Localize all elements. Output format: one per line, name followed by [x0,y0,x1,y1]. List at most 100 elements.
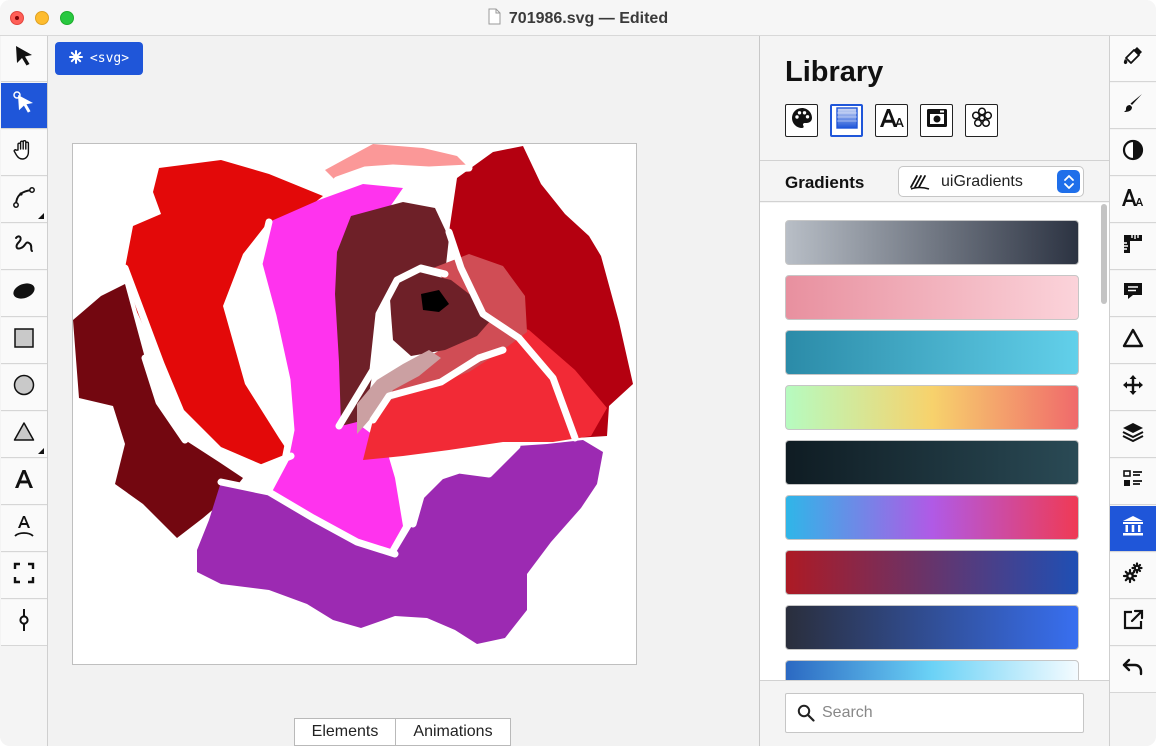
rtool-layers[interactable] [1110,412,1156,458]
text-on-path-icon [12,513,36,544]
rtool-fill[interactable] [1110,36,1156,82]
tool-pen[interactable] [1,177,47,223]
tool-rectangle[interactable] [1,318,47,364]
canvas-area[interactable]: <svg> Elements Animations [48,36,759,746]
hand-icon [12,138,36,167]
stop-handle-icon [12,607,36,638]
window-title-text: 701986.svg — Edited [508,10,669,27]
rectangle-icon [12,326,36,355]
rtool-measure[interactable] [1110,224,1156,270]
flower-icon [970,106,994,135]
font-size-icon [1121,186,1145,213]
gradient-swatch[interactable] [785,275,1079,320]
app-window: 701986.svg — Edited <svg> Elements Anima… [0,0,1156,746]
right-toolbar [1109,36,1156,746]
svg-element-chip-label: <svg> [89,51,130,66]
rtool-shape[interactable] [1110,318,1156,364]
ruler-icon [1121,232,1145,261]
submenu-indicator [38,213,44,219]
gradient-swatch[interactable] [785,550,1079,595]
rtool-settings[interactable] [1110,553,1156,599]
font-icon [879,107,905,134]
gradient-source-select[interactable]: uiGradients [898,166,1084,197]
tool-pan-hand[interactable] [1,130,47,176]
text-icon [12,467,36,496]
triangle-outline-icon [1121,326,1145,355]
category-symbols[interactable] [965,104,998,137]
triangle-icon [12,420,36,449]
palette-icon [790,106,814,135]
circle-icon [12,373,36,402]
gradient-list[interactable] [760,203,1110,680]
gradient-swatch[interactable] [785,440,1079,485]
window-title: 701986.svg — Edited [0,8,1156,30]
rtool-typography[interactable] [1110,177,1156,223]
tool-polygon[interactable] [1,412,47,458]
gradient-swatch[interactable] [785,605,1079,650]
gradient-swatch[interactable] [785,660,1079,680]
category-images[interactable] [920,104,953,137]
left-toolbar [0,36,48,746]
petal-purple-bottom [197,440,603,644]
gradient-swatch[interactable] [785,220,1079,265]
rtool-outline[interactable] [1110,459,1156,505]
tab-animations[interactable]: Animations [396,718,511,746]
gradient-swatch[interactable] [785,385,1079,430]
speech-bubble-icon [1121,279,1145,308]
search-input[interactable] [822,702,1072,724]
node-pointer-icon [11,90,37,121]
gradient-source-value: uiGradients [941,173,1023,190]
rtool-export[interactable] [1110,600,1156,646]
asterisk-icon [68,49,83,68]
gradient-list-scrollbar[interactable] [1101,204,1107,304]
image-icon [925,106,949,135]
rtool-transform[interactable] [1110,365,1156,411]
tool-gradient-stop[interactable] [1,600,47,646]
submenu-indicator [38,448,44,454]
gears-icon [1121,561,1145,590]
list-icon [1121,467,1145,496]
paint-bucket-icon [1121,44,1145,73]
artboard[interactable] [72,143,637,665]
chevron-updown-icon[interactable] [1057,170,1080,193]
search-icon [797,704,815,727]
tool-select-arrow[interactable] [1,36,47,82]
rtool-library[interactable] [1110,506,1156,552]
rtool-undo[interactable] [1110,647,1156,693]
contrast-icon [1121,138,1145,167]
move-arrows-icon [1121,373,1145,402]
gradient-swatch[interactable] [785,495,1079,540]
tool-ellipse[interactable] [1,271,47,317]
uigradients-logo-icon [909,172,931,197]
tool-zoom-fit[interactable] [1,553,47,599]
title-bar: 701986.svg — Edited [0,0,1156,36]
library-search-bar [760,680,1110,746]
tool-text-path[interactable] [1,506,47,552]
library-section-header: Gradients uiGradients [760,160,1110,202]
squiggle-icon [12,232,36,261]
ellipse-icon [11,279,37,308]
gradient-swatch[interactable] [785,330,1079,375]
tool-freehand[interactable] [1,224,47,270]
category-colors[interactable] [785,104,818,137]
category-fonts[interactable] [875,104,908,137]
search-field[interactable] [785,693,1084,733]
arrow-pointer-icon [12,44,36,73]
tool-node-select[interactable] [1,83,47,129]
document-icon [488,8,501,30]
rtool-opacity[interactable] [1110,130,1156,176]
svg-element-chip[interactable]: <svg> [55,42,143,75]
fit-frame-icon [12,561,36,590]
tool-text[interactable] [1,459,47,505]
layers-icon [1121,420,1145,449]
gradient-swatch-icon [835,107,858,134]
export-icon [1121,608,1145,637]
tab-elements[interactable]: Elements [294,718,396,746]
rtool-comments[interactable] [1110,271,1156,317]
library-category-bar [785,104,998,137]
tool-circle[interactable] [1,365,47,411]
bezier-pen-icon [12,185,36,214]
rtool-stroke[interactable] [1110,83,1156,129]
category-gradients[interactable] [830,104,863,137]
brush-icon [1121,91,1145,120]
